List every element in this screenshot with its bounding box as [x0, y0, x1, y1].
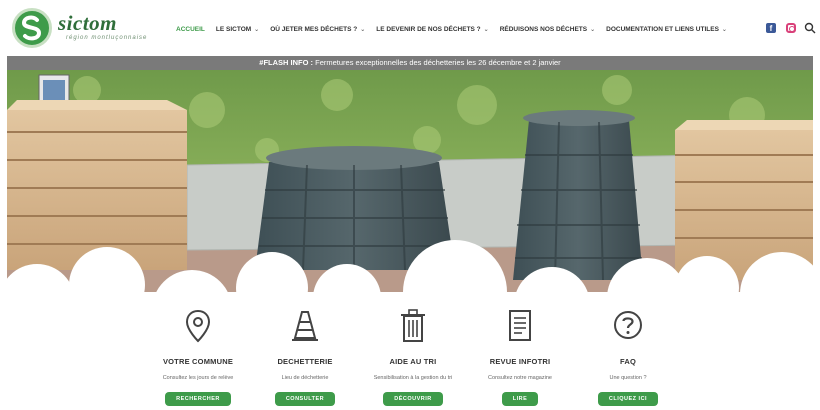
search-icon[interactable]	[804, 22, 816, 34]
rechercher-button[interactable]: RECHERCHER	[165, 392, 231, 406]
facebook-icon[interactable]: f	[766, 23, 776, 33]
document-icon	[509, 310, 531, 341]
nav-item-le-sictom[interactable]: LE SICTOM ⌄	[216, 26, 259, 33]
card-title: DECHETTERIE	[277, 357, 333, 366]
card-title: VOTRE COMMUNE	[162, 357, 234, 366]
card-title: AIDE AU TRI	[389, 357, 437, 366]
trash-bin-icon	[401, 309, 425, 342]
nav-label: RÉDUISONS NOS DÉCHETS	[499, 25, 588, 33]
brand-tagline: région montluçonnaise	[66, 35, 148, 41]
hero-image	[7, 70, 813, 295]
nav-item-documentation[interactable]: DOCUMENTATION ET LIENS UTILES ⌄	[606, 26, 727, 33]
chevron-down-icon: ⌄	[721, 26, 727, 33]
card-aide-au-tri: AIDE AU TRI Sensibilisation à la gestion…	[358, 300, 468, 406]
nav-label: DOCUMENTATION ET LIENS UTILES	[606, 25, 719, 33]
card-dechetterie: DECHETTERIE Lieu de déchetterie CONSULTE…	[250, 300, 360, 406]
quick-access: VOTRE COMMUNE Consultez les jours de rel…	[0, 300, 820, 410]
card-desc: Consultez les jours de relève	[162, 375, 234, 381]
nav-label: LE DEVENIR DE NOS DÉCHETS ?	[376, 25, 481, 33]
consulter-button[interactable]: CONSULTER	[274, 392, 336, 406]
nav-item-accueil[interactable]: ACCUEIL	[176, 26, 205, 33]
chevron-down-icon: ⌄	[254, 26, 260, 33]
map-pin-icon	[185, 309, 211, 343]
site-header: sictom région montluçonnaise ACCUEIL LE …	[0, 0, 820, 56]
nav-label: OÙ JETER MES DÉCHETS ?	[270, 25, 358, 33]
flash-info-banner[interactable]: #FLASH INFO : Fermetures exceptionnelles…	[7, 56, 813, 70]
card-title: FAQ	[619, 357, 637, 366]
card-desc: Une question ?	[609, 375, 647, 381]
card-revue-infotri: REVUE INFOTRI Consultez notre magazine L…	[465, 300, 575, 406]
decouvrir-button[interactable]: DÉCOUVRIR	[383, 392, 443, 406]
cliquez-ici-button[interactable]: CLIQUEZ ICI	[597, 392, 659, 406]
card-desc: Lieu de déchetterie	[281, 375, 329, 381]
nav-item-ou-jeter[interactable]: OÙ JETER MES DÉCHETS ? ⌄	[270, 26, 365, 33]
lire-button[interactable]: LIRE	[501, 392, 539, 406]
card-desc: Sensibilisation à la gestion du tri	[373, 375, 453, 381]
flash-text: Fermetures exceptionnelles des déchetter…	[313, 58, 561, 67]
card-votre-commune: VOTRE COMMUNE Consultez les jours de rel…	[143, 300, 253, 406]
flash-prefix: #FLASH INFO :	[259, 58, 314, 67]
chevron-down-icon: ⌄	[483, 26, 489, 33]
question-icon	[614, 311, 642, 339]
nav-item-devenir[interactable]: LE DEVENIR DE NOS DÉCHETS ? ⌄	[376, 26, 488, 33]
brand-name: sictom	[58, 11, 117, 35]
instagram-icon[interactable]	[786, 23, 796, 33]
nav-label: ACCUEIL	[176, 25, 205, 33]
chevron-down-icon: ⌄	[590, 26, 596, 33]
chevron-down-icon: ⌄	[360, 26, 366, 33]
card-desc: Consultez notre magazine	[488, 375, 552, 381]
card-title: REVUE INFOTRI	[489, 357, 551, 366]
logo-icon	[12, 8, 52, 48]
main-nav: ACCUEIL LE SICTOM ⌄ OÙ JETER MES DÉCHETS…	[176, 21, 738, 37]
traffic-cone-icon	[292, 311, 318, 341]
nav-item-reduisons[interactable]: RÉDUISONS NOS DÉCHETS ⌄	[500, 26, 595, 33]
nav-label: LE SICTOM	[215, 25, 252, 33]
card-faq: FAQ Une question ? CLIQUEZ ICI	[573, 300, 683, 406]
sictom-logo[interactable]: sictom région montluçonnaise	[12, 8, 162, 50]
